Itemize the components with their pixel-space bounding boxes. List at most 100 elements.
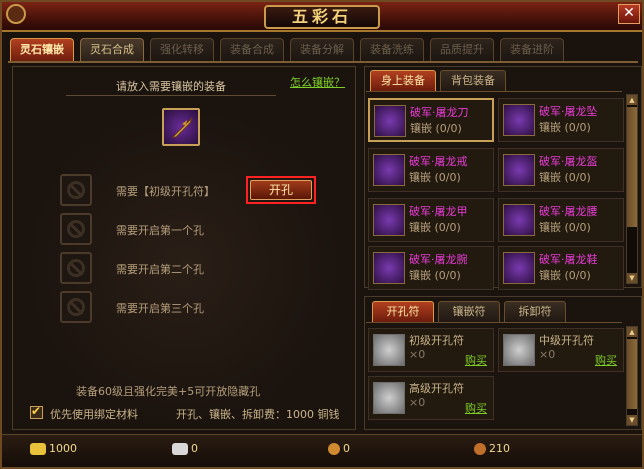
tab-remove-charm[interactable]: 拆卸符	[504, 301, 566, 323]
corner-ornament-icon	[6, 4, 26, 24]
how-to-inlay-link[interactable]: 怎么镶嵌？	[290, 74, 345, 90]
item-name: 破军·屠龙盔	[539, 155, 598, 168]
tool-item[interactable]: 高级开孔符 ×0 购买	[368, 376, 494, 420]
close-icon[interactable]: ✕	[618, 4, 640, 24]
equipment-scrollbar[interactable]: ▲ ▼	[626, 94, 638, 284]
currency-value: 210	[489, 442, 510, 455]
tool-count: ×0	[409, 396, 426, 409]
checkbox[interactable]	[30, 404, 43, 419]
hole-slot[interactable]	[60, 174, 92, 206]
currency-bar	[2, 434, 642, 467]
tab-worn-equipment[interactable]: 身上装备	[370, 70, 436, 92]
hole-requirement: 需要【初级开孔符】	[116, 185, 215, 198]
tab-gem-inlay[interactable]: 灵石镶嵌	[10, 38, 74, 62]
item-slots: 镶嵌 (0/0)	[410, 122, 462, 135]
fee-text: 开孔、镶嵌、拆卸费：1000 铜钱	[176, 408, 340, 421]
forge-window: 五彩石 ✕ 灵石镶嵌 灵石合成 强化转移 装备合成 装备分解 装备洗练 品质提升…	[0, 0, 644, 469]
divider	[366, 91, 622, 92]
item-slots: 镶嵌 (0/0)	[539, 221, 591, 234]
tab-divider	[8, 61, 638, 63]
tab-bag-equipment[interactable]: 背包装备	[440, 70, 506, 92]
tool-scrollbar[interactable]: ▲ ▼	[626, 326, 638, 426]
hole-slot[interactable]	[60, 252, 92, 284]
scroll-thumb[interactable]	[627, 339, 637, 409]
pendant-icon	[503, 104, 535, 136]
item-slots: 镶嵌 (0/0)	[409, 221, 461, 234]
buy-link[interactable]: 购买	[465, 400, 487, 416]
buy-link[interactable]: 购买	[595, 352, 617, 368]
copper-coin: 0	[328, 442, 350, 458]
item-slots: 镶嵌 (0/0)	[409, 269, 461, 282]
tab-equip-advance[interactable]: 装备进阶	[500, 38, 564, 62]
currency-value: 0	[343, 442, 350, 455]
tab-gem-compose[interactable]: 灵石合成	[80, 38, 144, 62]
bound-copper-icon	[474, 443, 486, 455]
open-hole-highlight: 开孔	[246, 176, 316, 204]
item-slots: 镶嵌 (0/0)	[539, 121, 591, 134]
item-name: 破军·屠龙刀	[410, 106, 469, 119]
divider	[66, 95, 276, 96]
equipment-item[interactable]: 破军·屠龙戒 镶嵌 (0/0)	[368, 148, 494, 192]
tab-equip-refine[interactable]: 装备洗练	[360, 38, 424, 62]
gold-ingot: 1000	[30, 442, 77, 458]
locked-icon	[67, 298, 85, 316]
buy-link[interactable]: 购买	[465, 352, 487, 368]
tab-open-hole-charm[interactable]: 开孔符	[372, 301, 434, 323]
open-hole-button[interactable]: 开孔	[250, 180, 312, 200]
hole-row-2: 需要开启第一个孔	[60, 213, 320, 247]
boots-icon	[503, 252, 535, 284]
tab-equip-compose[interactable]: 装备合成	[220, 38, 284, 62]
tool-item[interactable]: 中级开孔符 ×0 购买	[498, 328, 624, 372]
equipment-item[interactable]: 破军·屠龙甲 镶嵌 (0/0)	[368, 198, 494, 242]
currency-value: 0	[191, 442, 198, 455]
hole-row-3: 需要开启第二个孔	[60, 252, 320, 286]
scroll-thumb[interactable]	[627, 107, 637, 227]
scroll-down-icon[interactable]: ▼	[627, 273, 637, 283]
equipment-item[interactable]: 破军·屠龙刀 镶嵌 (0/0)	[368, 98, 494, 142]
item-slots: 镶嵌 (0/0)	[409, 171, 461, 184]
chain-charm-icon	[373, 334, 405, 366]
tab-quality-up[interactable]: 品质提升	[430, 38, 494, 62]
item-name: 破军·屠龙戒	[409, 155, 468, 168]
copper-coin-icon	[328, 443, 340, 455]
equipment-item[interactable]: 破军·屠龙腕 镶嵌 (0/0)	[368, 246, 494, 290]
bound-ingot: 0	[172, 442, 198, 458]
tool-count: ×0	[409, 348, 426, 361]
scroll-down-icon[interactable]: ▼	[627, 415, 637, 425]
item-name: 破军·屠龙坠	[539, 105, 598, 118]
equipment-item[interactable]: 破军·屠龙腰 镶嵌 (0/0)	[498, 198, 624, 242]
chain-charm-icon	[503, 334, 535, 366]
bound-ingot-icon	[172, 443, 188, 455]
belt-icon	[503, 204, 535, 236]
equipment-slot[interactable]	[162, 108, 200, 146]
tool-item[interactable]: 初级开孔符 ×0 购买	[368, 328, 494, 372]
locked-icon	[67, 259, 85, 277]
checkbox-label: 优先使用绑定材料	[50, 408, 138, 421]
armor-icon	[373, 204, 405, 236]
hole-slot[interactable]	[60, 291, 92, 323]
tab-enhance-transfer[interactable]: 强化转移	[150, 38, 214, 62]
hole-slot[interactable]	[60, 213, 92, 245]
equipment-item[interactable]: 破军·屠龙坠 镶嵌 (0/0)	[498, 98, 624, 142]
tool-name: 高级开孔符	[409, 382, 464, 395]
equipment-item[interactable]: 破军·屠龙盔 镶嵌 (0/0)	[498, 148, 624, 192]
saber-icon	[374, 105, 406, 137]
equipment-item[interactable]: 破军·屠龙鞋 镶嵌 (0/0)	[498, 246, 624, 290]
bound-copper: 210	[474, 442, 510, 458]
item-slots: 镶嵌 (0/0)	[539, 171, 591, 184]
hidden-hole-hint: 装备60级且强化完美+5可开放隐藏孔	[76, 385, 261, 398]
tab-equip-decompose[interactable]: 装备分解	[290, 38, 354, 62]
hole-requirement: 需要开启第一个孔	[116, 224, 204, 237]
scroll-up-icon[interactable]: ▲	[627, 95, 637, 105]
gold-ingot-icon	[30, 443, 46, 455]
chain-charm-icon	[373, 382, 405, 414]
helmet-icon	[503, 154, 535, 186]
scroll-up-icon[interactable]: ▲	[627, 327, 637, 337]
item-slots: 镶嵌 (0/0)	[539, 269, 591, 282]
inlay-instruction: 请放入需要镶嵌的装备	[116, 80, 226, 93]
tool-count: ×0	[539, 348, 556, 361]
tab-inlay-charm[interactable]: 镶嵌符	[438, 301, 500, 323]
hole-row-4: 需要开启第三个孔	[60, 291, 320, 325]
item-name: 破军·屠龙鞋	[539, 253, 598, 266]
currency-value: 1000	[49, 442, 77, 455]
